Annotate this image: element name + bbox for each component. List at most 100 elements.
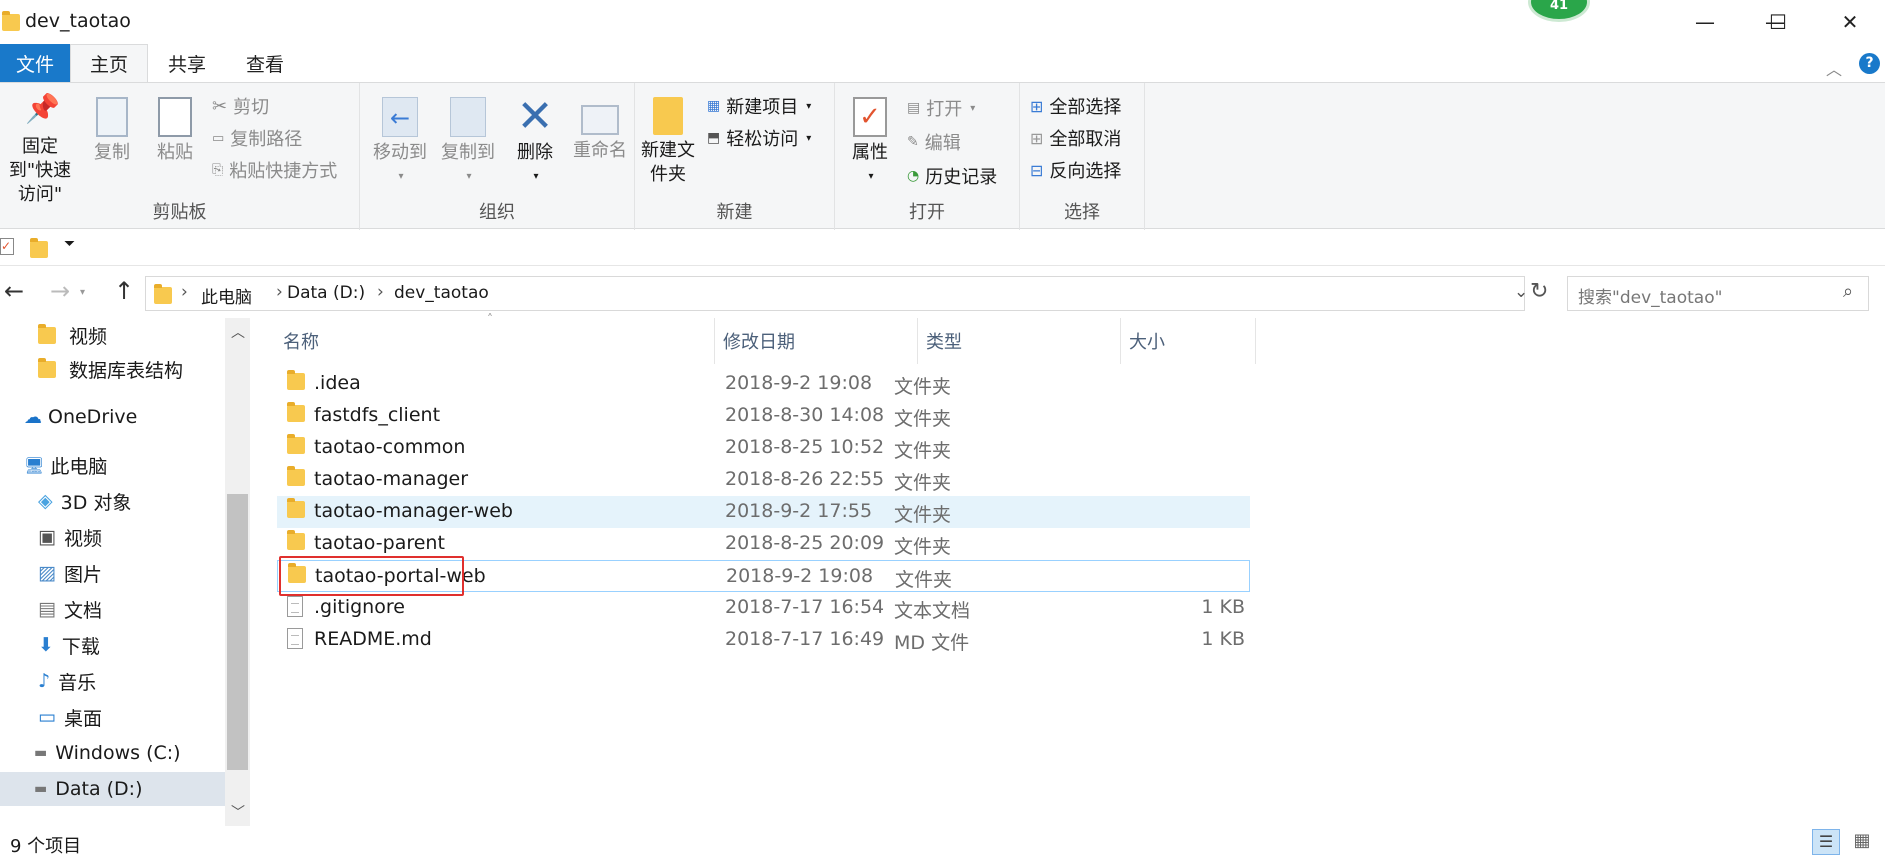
drive-icon: ▬: [34, 745, 48, 761]
search-box[interactable]: 搜索"dev_taotao" ⌕: [1567, 276, 1869, 311]
nav-item-this-pc[interactable]: 🖥 此电脑: [0, 448, 225, 482]
nav-item-downloads[interactable]: ⬇ 下载: [0, 628, 225, 662]
copy-path-button[interactable]: ▭ 复制路径: [212, 125, 302, 151]
folder-icon: [287, 434, 305, 454]
properties-button[interactable]: ✓ 属性 ▾: [843, 97, 897, 189]
address-row: ← → ▾ ↑ › 此电脑 › Data (D:) › dev_taotao ⌄…: [0, 273, 1885, 315]
navigation-pane: 视频 数据库表结构 ☁ OneDrive 🖥 此电脑 ◈ 3D 对象 ▣ 视频 ▨ 图片 …: [0, 318, 253, 826]
organize-group-label: 组织: [479, 202, 515, 223]
nav-item-3d-objects[interactable]: ◈ 3D 对象: [0, 484, 225, 518]
file-row[interactable]: .idea 2018-9-2 19:08 文件夹: [277, 368, 1250, 400]
folder-icon: [287, 498, 305, 518]
move-to-button[interactable]: ← 移动到 ▾: [365, 97, 435, 189]
tab-file[interactable]: 文件: [0, 44, 70, 82]
nav-item-videos[interactable]: ▣ 视频: [0, 520, 225, 554]
select-none-icon: ⊞: [1030, 128, 1044, 148]
new-item-button[interactable]: ▦ 新建项目 ▾: [707, 93, 811, 119]
copy-button[interactable]: 复制: [82, 97, 142, 165]
back-arrow-icon[interactable]: ←: [4, 277, 24, 305]
folder-icon: [287, 530, 305, 550]
nav-item-db-schema[interactable]: 数据库表结构: [0, 352, 225, 386]
refresh-icon[interactable]: ↻: [1530, 279, 1548, 304]
large-icons-view-icon[interactable]: ▦: [1850, 830, 1874, 854]
forward-arrow-icon[interactable]: →: [50, 277, 70, 305]
file-row[interactable]: taotao-common 2018-8-25 10:52 文件夹: [277, 432, 1250, 464]
chevron-right-icon[interactable]: ›: [181, 282, 188, 302]
address-dropdown-icon[interactable]: ⌄: [1514, 282, 1528, 302]
move-to-icon: ←: [382, 97, 418, 137]
tab-view[interactable]: 查看: [226, 44, 304, 82]
scroll-down-icon[interactable]: ﹀: [231, 802, 245, 822]
cut-button[interactable]: ✂ 剪切: [212, 93, 269, 119]
breadcrumb-data-d[interactable]: Data (D:): [287, 283, 365, 303]
file-row[interactable]: README.md 2018-7-17 16:49 MD 文件 1 KB: [277, 624, 1250, 656]
search-icon[interactable]: ⌕: [1843, 281, 1853, 302]
minimize-button[interactable]: —: [1670, 0, 1740, 44]
easy-access-button[interactable]: ⬒ 轻松访问 ▾: [707, 125, 811, 151]
delete-button[interactable]: ✕ 删除 ▾: [505, 95, 565, 189]
invert-selection-icon: ⊟: [1030, 160, 1044, 180]
edit-button[interactable]: ✎ 编辑: [907, 129, 961, 155]
scroll-up-icon[interactable]: ︿: [231, 322, 245, 342]
chevron-right-icon[interactable]: ›: [377, 282, 384, 302]
paste-icon: [158, 97, 192, 137]
breadcrumb-dev-taotao[interactable]: dev_taotao: [394, 283, 489, 303]
address-bar[interactable]: › 此电脑 › Data (D:) › dev_taotao ⌄: [145, 276, 1528, 311]
nav-item-desktop[interactable]: ▭ 桌面: [0, 700, 225, 734]
properties-check-icon[interactable]: ✓: [0, 238, 14, 255]
breadcrumb-this-pc[interactable]: 此电脑: [201, 283, 252, 308]
column-header-name[interactable]: 名称: [275, 318, 715, 364]
select-all-button[interactable]: ⊞ 全部选择: [1030, 93, 1121, 119]
rename-button[interactable]: 重命名: [565, 97, 635, 163]
search-input[interactable]: 搜索"dev_taotao": [1578, 283, 1722, 308]
nav-item-data-d[interactable]: ▬ Data (D:): [0, 772, 225, 806]
title-bar: dev_taotao 41 —: [0, 0, 1885, 44]
open-button[interactable]: ▤ 打开 ▾: [907, 95, 975, 121]
details-view-icon[interactable]: ☰: [1812, 829, 1840, 855]
recent-dropdown-icon[interactable]: ▾: [80, 287, 85, 298]
history-icon: ◔: [907, 168, 920, 184]
collapse-ribbon-icon[interactable]: ︿: [1826, 56, 1842, 80]
help-icon[interactable]: ?: [1859, 53, 1880, 74]
new-group-label: 新建: [716, 202, 753, 223]
chevron-right-icon[interactable]: ›: [276, 282, 283, 302]
column-header-size[interactable]: 大小: [1121, 318, 1256, 364]
nav-item-onedrive[interactable]: ☁ OneDrive: [0, 400, 225, 434]
new-folder-icon[interactable]: [30, 238, 48, 258]
pin-quick-access-button[interactable]: 📌 固定到"快速访问": [0, 95, 80, 207]
nav-item-pictures[interactable]: ▨ 图片: [0, 556, 225, 590]
picture-icon: ▨: [38, 562, 56, 584]
file-row[interactable]: fastdfs_client 2018-8-30 14:08 文件夹: [277, 400, 1250, 432]
tab-home[interactable]: 主页: [70, 44, 148, 82]
maximize-button[interactable]: ☐: [1743, 0, 1813, 44]
nav-scrollbar[interactable]: ︿ ﹀: [225, 318, 250, 826]
column-header-type[interactable]: 类型: [918, 318, 1121, 364]
scroll-thumb[interactable]: [227, 494, 248, 770]
nav-item-documents[interactable]: ▤ 文档: [0, 592, 225, 626]
copy-to-button[interactable]: 复制到 ▾: [433, 97, 503, 189]
paste-button[interactable]: 粘贴: [145, 97, 205, 165]
column-header-date[interactable]: 修改日期: [715, 318, 918, 364]
open-group: ✓ 属性 ▾ ▤ 打开 ▾ ✎ 编辑 ◔ 历史记录 打开: [835, 83, 1020, 230]
document-icon: ▤: [38, 598, 56, 620]
tab-share[interactable]: 共享: [148, 44, 226, 82]
nav-item-windows-c[interactable]: ▬ Windows (C:): [0, 736, 225, 770]
nav-item-music[interactable]: ♪ 音乐: [0, 664, 225, 698]
select-none-button[interactable]: ⊞ 全部取消: [1030, 125, 1121, 151]
window-title: dev_taotao: [25, 10, 131, 32]
properties-check-icon: ✓: [853, 97, 887, 137]
item-count: 9 个项目: [10, 836, 82, 857]
invert-selection-button[interactable]: ⊟ 反向选择: [1030, 157, 1121, 183]
file-row[interactable]: taotao-manager-web 2018-9-2 17:55 文件夹: [277, 496, 1250, 528]
file-row[interactable]: .gitignore 2018-7-17 16:54 文本文档 1 KB: [277, 592, 1250, 624]
paste-shortcut-button[interactable]: ⎘ 粘贴快捷方式: [212, 157, 337, 183]
text-file-icon: [287, 596, 303, 617]
history-button[interactable]: ◔ 历史记录: [907, 163, 997, 189]
notification-badge[interactable]: 41: [1528, 0, 1590, 22]
close-button[interactable]: ✕: [1815, 0, 1885, 44]
customize-toolbar-icon[interactable]: ⏷: [64, 236, 75, 252]
file-row[interactable]: taotao-manager 2018-8-26 22:55 文件夹: [277, 464, 1250, 496]
nav-item-videos-quick[interactable]: 视频: [0, 318, 225, 352]
up-arrow-icon[interactable]: ↑: [114, 277, 134, 305]
new-folder-button[interactable]: 新建文件夹: [638, 97, 698, 187]
